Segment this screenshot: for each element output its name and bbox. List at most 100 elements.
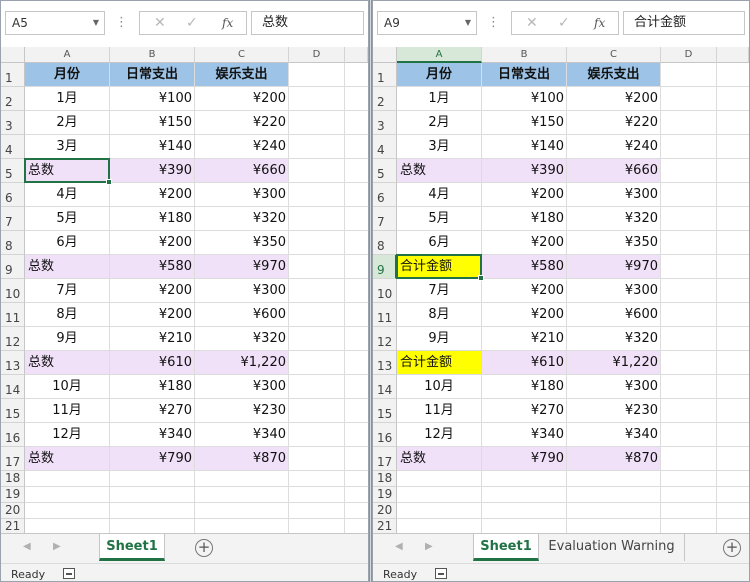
enter-icon[interactable]: ✓	[558, 12, 570, 34]
cell-b6[interactable]: ¥200	[482, 183, 567, 207]
cell-c10[interactable]: ¥300	[567, 279, 661, 303]
cell-a5[interactable]: 总数	[25, 159, 110, 183]
cell-a20[interactable]	[397, 503, 482, 519]
cell-a9[interactable]: 总数	[25, 255, 110, 279]
cell-d8[interactable]	[289, 231, 345, 255]
cell-a16[interactable]: 12月	[397, 423, 482, 447]
cell-b6[interactable]: ¥200	[110, 183, 195, 207]
cell-c2[interactable]: ¥200	[195, 87, 289, 111]
row-header[interactable]: 20	[1, 503, 25, 519]
row-header[interactable]: 8	[1, 231, 25, 255]
cell-d16[interactable]	[289, 423, 345, 447]
cell-c20[interactable]	[567, 503, 661, 519]
formula-input[interactable]: 合计金额	[623, 11, 745, 35]
cell-b16[interactable]: ¥340	[482, 423, 567, 447]
tab-nav-prev-icon[interactable]: ◀	[395, 541, 403, 552]
cell-c11[interactable]: ¥600	[195, 303, 289, 327]
cell-b17[interactable]: ¥790	[482, 447, 567, 471]
cell-a14[interactable]: 10月	[397, 375, 482, 399]
cell-a2[interactable]: 1月	[397, 87, 482, 111]
cell-b10[interactable]: ¥200	[482, 279, 567, 303]
more-options-icon[interactable]: ⋮	[115, 13, 128, 33]
sheet-tab-sheet1[interactable]: Sheet1	[99, 534, 165, 561]
row-header[interactable]: 5	[373, 159, 397, 183]
cell-b12[interactable]: ¥210	[482, 327, 567, 351]
cancel-icon[interactable]: ✕	[154, 12, 166, 34]
cell-b15[interactable]: ¥270	[482, 399, 567, 423]
cell-b8[interactable]: ¥200	[482, 231, 567, 255]
cell-c8[interactable]: ¥350	[567, 231, 661, 255]
cell-a11[interactable]: 8月	[397, 303, 482, 327]
tab-nav-next-icon[interactable]: ▶	[425, 541, 433, 552]
cell-d5[interactable]	[661, 159, 717, 183]
cell-a14[interactable]: 10月	[25, 375, 110, 399]
cell-b2[interactable]: ¥100	[110, 87, 195, 111]
add-sheet-icon[interactable]: +	[195, 539, 213, 557]
cell-d19[interactable]	[661, 487, 717, 503]
column-header-d[interactable]: D	[289, 47, 345, 63]
cell-d18[interactable]	[661, 471, 717, 487]
cell-c17[interactable]: ¥870	[567, 447, 661, 471]
cell-d5[interactable]	[289, 159, 345, 183]
cell-c6[interactable]: ¥300	[567, 183, 661, 207]
row-header[interactable]: 17	[1, 447, 25, 471]
cell-d10[interactable]	[289, 279, 345, 303]
cell-b5[interactable]: ¥390	[482, 159, 567, 183]
row-header[interactable]: 13	[1, 351, 25, 375]
cell-c17[interactable]: ¥870	[195, 447, 289, 471]
name-box[interactable]: A5 ▼	[5, 11, 105, 35]
cell-b5[interactable]: ¥390	[110, 159, 195, 183]
cell-d17[interactable]	[661, 447, 717, 471]
row-header[interactable]: 13	[373, 351, 397, 375]
cell-d17[interactable]	[289, 447, 345, 471]
row-header[interactable]: 15	[1, 399, 25, 423]
add-sheet-icon[interactable]: +	[723, 539, 741, 557]
cell-d7[interactable]	[661, 207, 717, 231]
cell-a15[interactable]: 11月	[25, 399, 110, 423]
column-header-a[interactable]: A	[25, 47, 110, 63]
column-header-b[interactable]: B	[110, 47, 195, 63]
cell-c5[interactable]: ¥660	[195, 159, 289, 183]
row-header[interactable]: 12	[1, 327, 25, 351]
cell-d12[interactable]	[661, 327, 717, 351]
cell-a9[interactable]: 合计金额	[397, 255, 482, 279]
insert-function-icon[interactable]: fx	[594, 12, 605, 34]
cell-c2[interactable]: ¥200	[567, 87, 661, 111]
cell-d20[interactable]	[289, 503, 345, 519]
cell-a7[interactable]: 5月	[397, 207, 482, 231]
cell-d6[interactable]	[661, 183, 717, 207]
column-header-b[interactable]: B	[482, 47, 567, 63]
cell-d3[interactable]	[661, 111, 717, 135]
row-header[interactable]: 9	[373, 255, 397, 279]
cell-a10[interactable]: 7月	[397, 279, 482, 303]
cell-b11[interactable]: ¥200	[110, 303, 195, 327]
column-header-a[interactable]: A	[397, 47, 482, 63]
cell-a17[interactable]: 总数	[25, 447, 110, 471]
insert-function-icon[interactable]: fx	[222, 12, 233, 34]
cell-c14[interactable]: ¥300	[195, 375, 289, 399]
cell-a18[interactable]	[397, 471, 482, 487]
row-header[interactable]: 14	[373, 375, 397, 399]
cell-b13[interactable]: ¥610	[482, 351, 567, 375]
cell-b3[interactable]: ¥150	[482, 111, 567, 135]
cell-c3[interactable]: ¥220	[567, 111, 661, 135]
cell-c12[interactable]: ¥320	[195, 327, 289, 351]
cell-d1[interactable]	[661, 63, 717, 87]
cell-d10[interactable]	[661, 279, 717, 303]
cell-c12[interactable]: ¥320	[567, 327, 661, 351]
cell-c11[interactable]: ¥600	[567, 303, 661, 327]
select-all-corner[interactable]	[373, 47, 397, 63]
cell-b13[interactable]: ¥610	[110, 351, 195, 375]
cell-b2[interactable]: ¥100	[482, 87, 567, 111]
cell-b19[interactable]	[482, 487, 567, 503]
row-header[interactable]: 1	[373, 63, 397, 87]
row-header[interactable]: 18	[1, 471, 25, 487]
cell-b4[interactable]: ¥140	[110, 135, 195, 159]
cell-a1[interactable]: 月份	[25, 63, 110, 87]
cell-d2[interactable]	[661, 87, 717, 111]
cell-b20[interactable]	[110, 503, 195, 519]
row-header[interactable]: 6	[1, 183, 25, 207]
row-header[interactable]: 1	[1, 63, 25, 87]
cell-a13[interactable]: 合计金额	[397, 351, 482, 375]
cell-d15[interactable]	[289, 399, 345, 423]
